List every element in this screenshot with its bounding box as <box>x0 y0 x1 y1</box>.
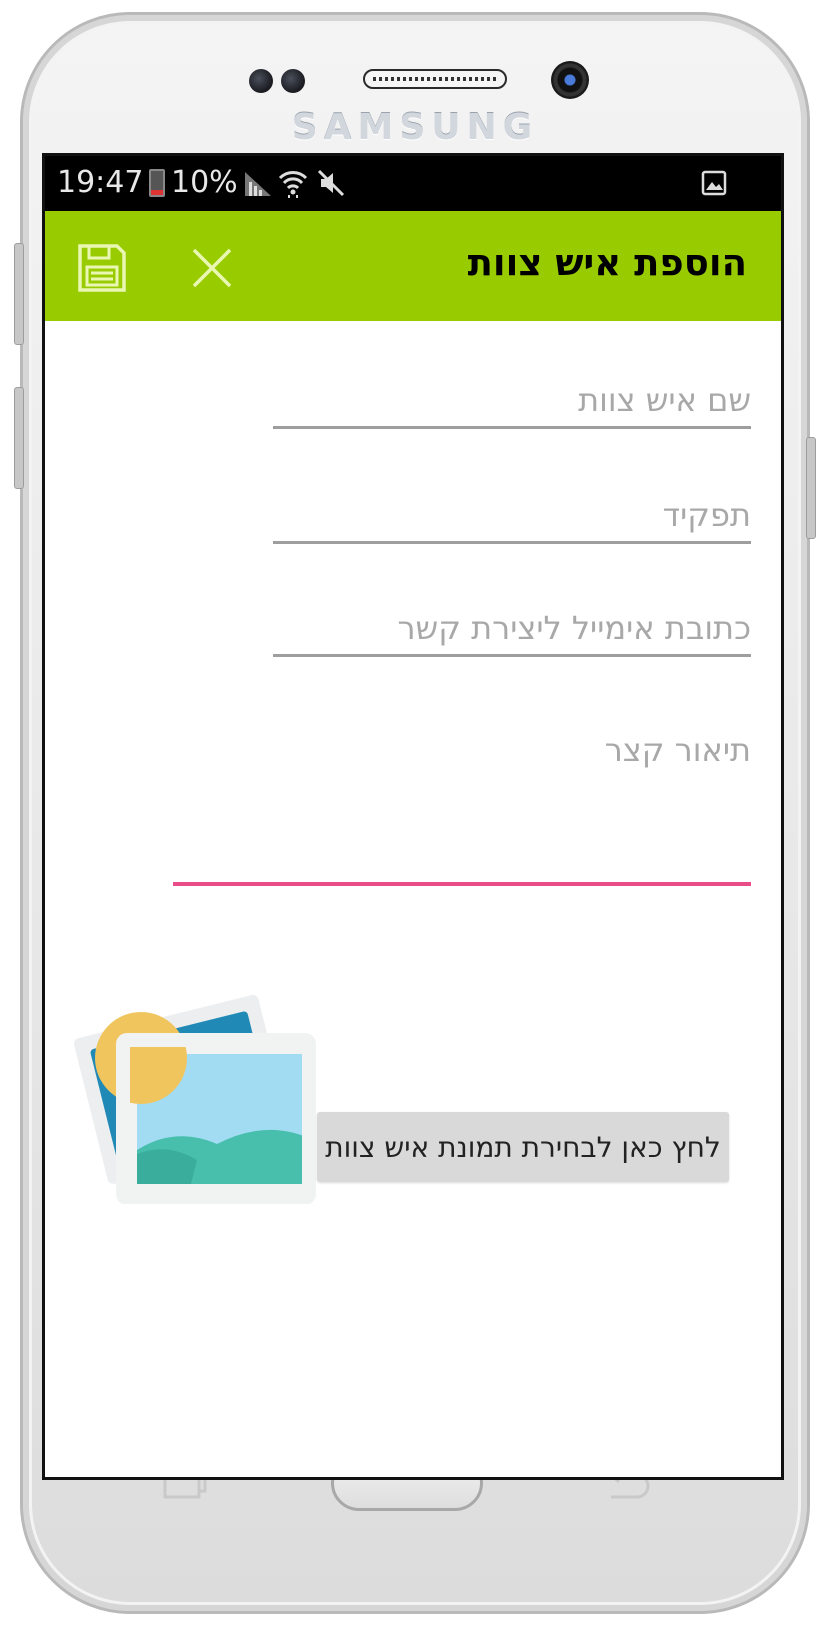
wifi-icon <box>278 171 308 198</box>
choose-photo-button[interactable]: לחץ כאן לבחירת תמונת איש צוות <box>317 1112 729 1182</box>
name-placeholder: שם איש צוות <box>578 381 751 419</box>
role-field[interactable]: תפקיד <box>273 488 751 544</box>
gallery-photo-icon <box>74 994 316 1204</box>
front-sensor-left <box>249 69 273 93</box>
role-placeholder: תפקיד <box>662 496 751 534</box>
gallery-notification-icon <box>701 170 727 196</box>
front-camera <box>551 61 589 99</box>
brand-logo: SAMSUNG <box>291 107 539 148</box>
status-time: 19:47 <box>57 165 144 200</box>
power-button <box>806 437 816 539</box>
description-field[interactable]: תיאור קצר <box>173 726 751 886</box>
screen: 19:47 10% הוספת איש צוות שם איש צוות תפק… <box>42 153 784 1480</box>
floppy-disk-icon[interactable] <box>77 243 127 293</box>
battery-charging-icon <box>149 169 165 197</box>
front-sensor-right <box>281 69 305 93</box>
description-placeholder: תיאור קצר <box>604 731 751 769</box>
volume-down-button <box>14 387 24 489</box>
email-field[interactable]: כתובת אימייל ליצירת קשר <box>273 601 751 657</box>
close-icon[interactable] <box>191 247 233 289</box>
status-bar: 19:47 10% <box>45 156 781 211</box>
signal-icon <box>245 172 271 196</box>
app-bar: הוספת איש צוות <box>45 211 781 321</box>
page-title: הוספת איש צוות <box>467 241 747 284</box>
name-field[interactable]: שם איש צוות <box>273 373 751 429</box>
email-placeholder: כתובת אימייל ליצירת קשר <box>397 609 751 647</box>
mute-icon <box>317 169 345 197</box>
battery-percentage: 10% <box>171 165 238 200</box>
earpiece-speaker <box>363 69 507 89</box>
volume-up-button <box>14 243 24 345</box>
